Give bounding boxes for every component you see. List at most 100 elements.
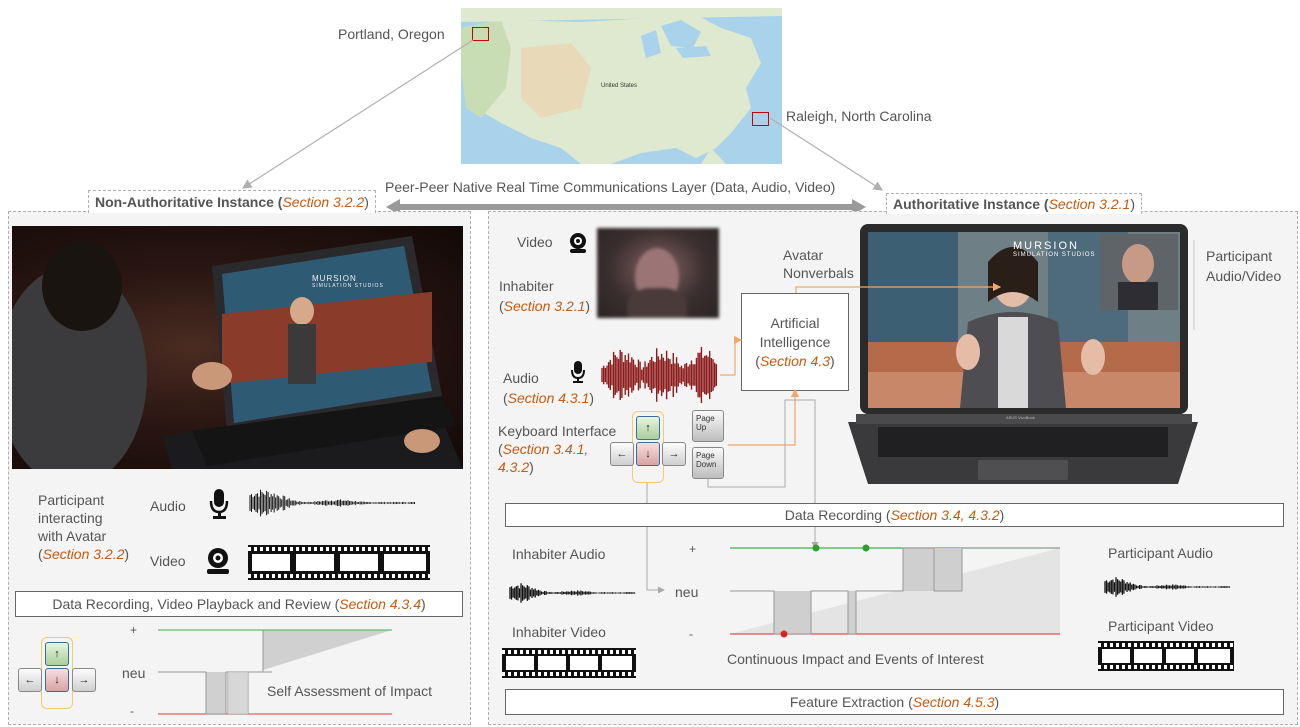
right-laptop-brand: MURSION SIMULATION STUDIOS	[1013, 240, 1096, 258]
feature-text: Feature Extraction (	[789, 694, 913, 710]
pgup-line1: Page	[696, 414, 715, 423]
keyboard-sec-2: 4.3.2	[498, 459, 530, 475]
left-video-label: Video	[150, 553, 186, 569]
self-assessment-chart	[158, 629, 392, 715]
left-key-down[interactable]: ↓	[45, 668, 69, 692]
comm-layer-label: Peer-Peer Native Real Time Communication…	[385, 179, 836, 195]
right-recording-end: )	[999, 507, 1005, 523]
left-laptop-brand: MURSION SIMULATION STUDIOS	[312, 274, 384, 289]
participant-av-divider	[1193, 240, 1195, 330]
self-assessment-label: Self Assessment of Impact	[267, 683, 432, 699]
left-key-up[interactable]: ↑	[45, 642, 69, 666]
left-recording-end: )	[420, 596, 426, 612]
artificial-intelligence-box: Artificial Intelligence (Section 4.3)	[741, 293, 849, 391]
right-panel-title-end: )	[1130, 196, 1135, 212]
city-west-label: Portland, Oregon	[338, 26, 445, 42]
right-chart-minus: -	[689, 627, 693, 641]
feature-sec: Section 4.5.3	[912, 694, 995, 710]
continuous-impact-chart	[730, 544, 1060, 638]
left-panel-title: Non-Authoritative Instance (	[95, 194, 283, 210]
participant-sec-close: )	[124, 546, 130, 562]
inhabiter-video-filmstrip	[502, 648, 636, 678]
avatar-laptop-graphic	[848, 224, 1198, 484]
participant-line2: interacting	[38, 510, 103, 526]
left-recording-box: Data Recording, Video Playback and Revie…	[15, 591, 463, 617]
portland-marker	[472, 27, 489, 41]
webcam-icon	[207, 548, 229, 574]
right-laptop-model: ASUS VivoBook	[1006, 415, 1035, 420]
right-key-right[interactable]: →	[662, 442, 686, 466]
keyboard-sec-close: )	[529, 459, 534, 475]
right-webcam-icon	[570, 233, 586, 253]
feature-end: )	[994, 694, 1000, 710]
left-key-right[interactable]: →	[72, 668, 96, 692]
keyboard-text: Keyboard Interface	[498, 423, 617, 439]
country-label: United States	[601, 83, 638, 89]
left-brand-line2: SIMULATION STUDIOS	[312, 283, 384, 289]
right-panel-title-section: Section 3.2.1	[1048, 196, 1131, 212]
participant-audio-waveform-right	[1104, 577, 1231, 597]
participant-scene	[12, 236, 463, 469]
ai-line1: Artificial	[770, 314, 820, 331]
right-video-label: Video	[517, 234, 553, 250]
inhabiter-text: Inhabiter	[499, 278, 554, 294]
inhabiter-video-label: Inhabiter Video	[512, 624, 606, 640]
left-keyboard-interface: ↑ ↓ ← →	[18, 636, 100, 709]
city-east-label: Raleigh, North Carolina	[786, 108, 932, 124]
avatar-nonverbals-1: Avatar	[783, 247, 824, 263]
left-brand-line1: MURSION	[312, 274, 357, 283]
inhabiter-label: Inhabiter (Section 3.2.1)	[499, 276, 590, 316]
right-key-down[interactable]: ↓	[636, 442, 660, 466]
participant-audio-waveform	[249, 489, 415, 517]
usa-map: United States	[461, 8, 782, 164]
participant-sec: Section 3.2.2	[42, 546, 125, 562]
ai-sec-close: )	[830, 352, 835, 369]
left-chart-neu: neu	[122, 665, 146, 681]
right-key-left[interactable]: ←	[610, 442, 634, 466]
right-recording-text: Data Recording (	[784, 507, 891, 523]
inhabiter-audio-waveform	[601, 346, 718, 404]
participant-photo: MURSION SIMULATION STUDIOS	[12, 226, 463, 469]
right-recording-box: Data Recording (Section 3.4, 4.3.2)	[505, 503, 1284, 527]
inhabiter-sec-close: )	[585, 298, 591, 314]
ai-sec: Section 4.3	[759, 352, 831, 369]
participant-video-filmstrip	[248, 545, 430, 580]
right-audio-sec-close: )	[589, 390, 595, 406]
microphone-icon	[209, 489, 229, 519]
pgdn-line2: Down	[696, 460, 717, 469]
continuous-impact-label: Continuous Impact and Events of Interest	[727, 651, 984, 667]
participant-line1: Participant	[38, 492, 105, 508]
right-key-up[interactable]: ↑	[636, 416, 660, 440]
pgdn-line1: Page	[696, 451, 715, 460]
raleigh-marker	[752, 112, 769, 126]
right-brand-line1: MURSION	[1013, 240, 1079, 252]
right-brand-line2: SIMULATION STUDIOS	[1013, 252, 1096, 258]
page-down-key[interactable]: Page Down	[692, 447, 724, 479]
participant-interacting-label: Participant interacting with Avatar (Sec…	[38, 491, 129, 563]
avatar-laptop: MURSION SIMULATION STUDIOS ASUS VivoBook	[848, 222, 1198, 490]
right-panel-title-tab: Authoritative Instance (Section 3.2.1)	[886, 193, 1142, 214]
participant-audio-label: Participant Audio	[1108, 545, 1214, 561]
feature-extraction-box: Feature Extraction (Section 4.5.3)	[505, 689, 1284, 715]
right-microphone-icon	[571, 361, 585, 383]
inhabiter-audio-label: Inhabiter Audio	[512, 546, 606, 562]
participant-av-1: Participant	[1206, 248, 1273, 264]
right-panel-title: Authoritative Instance (	[893, 196, 1049, 212]
keyboard-sec-1: Section 3.4.1,	[502, 441, 589, 457]
left-chart-minus: -	[130, 704, 134, 718]
pgup-line2: Up	[696, 423, 707, 432]
participant-video-filmstrip-right	[1098, 641, 1234, 671]
page-up-key[interactable]: Page Up	[692, 410, 724, 442]
right-recording-sec: Section 3.4, 4.3.2	[890, 507, 1000, 523]
left-panel-title-end: )	[364, 194, 369, 210]
participant-video-label: Participant Video	[1108, 618, 1214, 634]
participant-av-2: Audio/Video	[1206, 268, 1282, 284]
left-recording-text: Data Recording, Video Playback and Revie…	[52, 596, 340, 612]
left-audio-label: Audio	[150, 498, 186, 514]
participant-line3: with Avatar	[38, 528, 107, 544]
inhabiter-audio-waveform-small	[509, 583, 636, 603]
avatar-nonverbals-label: Avatar Nonverbals	[783, 246, 854, 282]
inhabiter-sec: Section 3.2.1	[503, 298, 586, 314]
ai-line2: Intelligence	[759, 333, 831, 350]
left-key-left[interactable]: ←	[18, 668, 42, 692]
